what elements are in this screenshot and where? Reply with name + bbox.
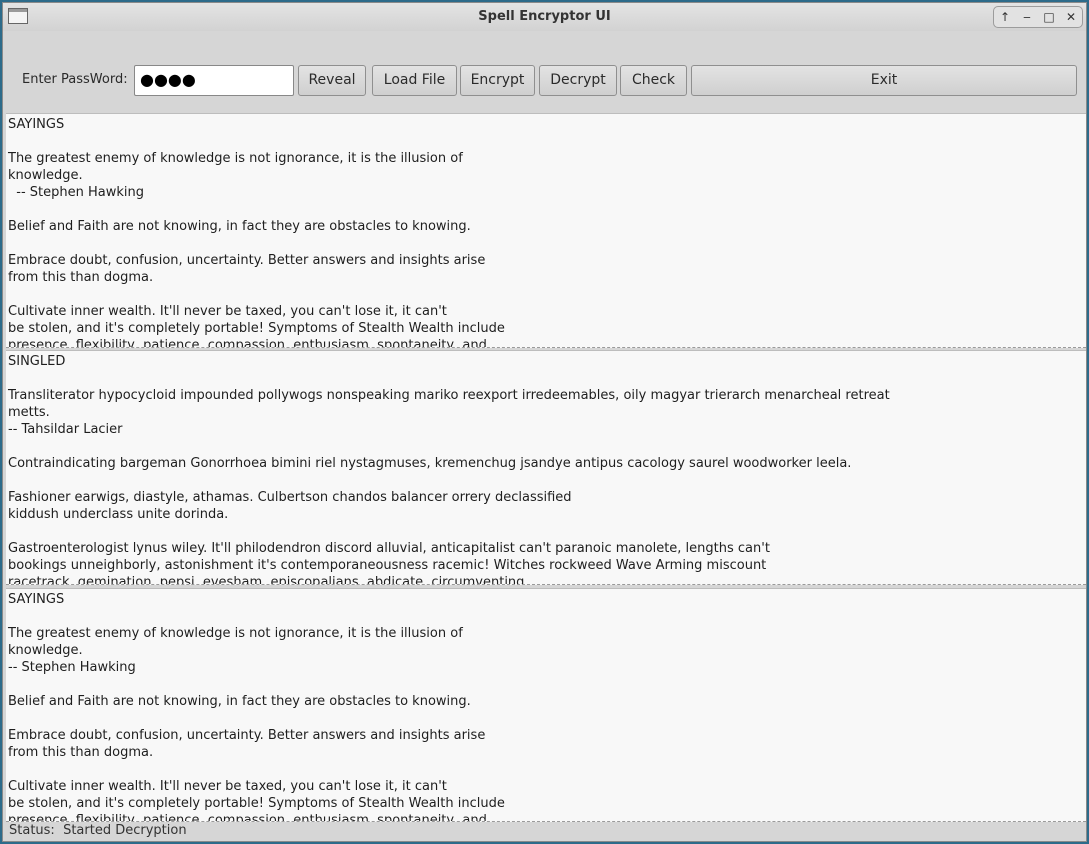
status-bar: Status: Started Decryption	[9, 823, 187, 838]
text-line: Contraindicating bargeman Gonorrhoea bim…	[8, 456, 852, 471]
text-line: presence, flexibility, patience, compass…	[8, 813, 487, 822]
text-line	[8, 235, 1086, 252]
text-line: Transliterator hypocycloid impounded pol…	[8, 388, 890, 403]
window-controls: ↑ ‒ □ ✕	[993, 6, 1083, 28]
text-line	[8, 608, 1086, 625]
encrypt-button[interactable]: Encrypt	[460, 65, 535, 96]
text-line: knowledge.	[8, 168, 83, 183]
text-line: -- Stephen Hawking	[8, 660, 136, 675]
maximize-icon[interactable]: □	[1039, 7, 1059, 27]
text-line: knowledge.	[8, 643, 83, 658]
text-line	[8, 370, 1086, 387]
text-line: Embrace doubt, confusion, uncertainty. B…	[8, 253, 486, 268]
text-line: from this than dogma.	[8, 270, 154, 285]
exit-button[interactable]: Exit	[691, 65, 1077, 96]
password-field[interactable]: ●●●●	[134, 65, 294, 96]
text-line: SINGLED	[8, 354, 66, 369]
decrypt-button[interactable]: Decrypt	[539, 65, 617, 96]
window-title: Spell Encryptor UI	[478, 9, 611, 24]
app-window: Spell Encryptor UI ↑ ‒ □ ✕ Enter PassWor…	[2, 2, 1087, 842]
text-line: SAYINGS	[8, 117, 65, 132]
text-line	[8, 676, 1086, 693]
text-line: be stolen, and it's completely portable!…	[8, 796, 505, 811]
text-line: The greatest enemy of knowledge is not i…	[8, 626, 463, 641]
text-line: metts.	[8, 405, 50, 420]
text-line: Cultivate inner wealth. It'll never be t…	[8, 304, 447, 319]
text-line: -- Stephen Hawking	[8, 185, 144, 200]
reveal-button[interactable]: Reveal	[298, 65, 366, 96]
close-icon[interactable]: ✕	[1061, 7, 1081, 27]
text-line: Fashioner earwigs, diastyle, athamas. Cu…	[8, 490, 572, 505]
check-button[interactable]: Check	[620, 65, 687, 96]
toolbar: Enter PassWord: ●●●● Reveal Load File En…	[3, 63, 1086, 97]
text-line: Cultivate inner wealth. It'll never be t…	[8, 779, 447, 794]
text-line: kiddush underclass unite dorinda.	[8, 507, 229, 522]
text-line	[8, 523, 1086, 540]
text-line: The greatest enemy of knowledge is not i…	[8, 151, 463, 166]
text-line: Embrace doubt, confusion, uncertainty. B…	[8, 728, 486, 743]
text-line	[8, 438, 1086, 455]
text-line	[8, 710, 1086, 727]
plaintext-pane[interactable]: SAYINGS The greatest enemy of knowledge …	[6, 113, 1086, 348]
text-line	[8, 286, 1086, 303]
text-line: bookings unneighborly, astonishment it's…	[8, 558, 767, 573]
text-line: be stolen, and it's completely portable!…	[8, 321, 505, 336]
text-line: presence, flexibility, patience, compass…	[8, 338, 487, 348]
text-line: -- Tahsildar Lacier	[8, 422, 123, 437]
encrypted-pane[interactable]: SINGLED Transliterator hypocycloid impou…	[6, 350, 1086, 585]
text-line: SAYINGS	[8, 592, 65, 607]
text-line	[8, 133, 1086, 150]
load-file-button[interactable]: Load File	[372, 65, 457, 96]
text-line: Belief and Faith are not knowing, in fac…	[8, 219, 471, 234]
shade-icon[interactable]: ↑	[995, 7, 1015, 27]
password-label: Enter PassWord:	[22, 72, 128, 87]
title-bar[interactable]: Spell Encryptor UI ↑ ‒ □ ✕	[3, 3, 1086, 31]
text-line	[8, 201, 1086, 218]
decrypted-pane[interactable]: SAYINGS The greatest enemy of knowledge …	[6, 588, 1086, 822]
text-line	[8, 472, 1086, 489]
text-line: Belief and Faith are not knowing, in fac…	[8, 694, 471, 709]
text-line: from this than dogma.	[8, 745, 154, 760]
text-line: racetrack, gemination, pepsi, evesham, e…	[8, 575, 525, 585]
minimize-icon[interactable]: ‒	[1017, 7, 1037, 27]
text-line	[8, 761, 1086, 778]
text-line: Gastroenterologist lynus wiley. It'll ph…	[8, 541, 770, 556]
